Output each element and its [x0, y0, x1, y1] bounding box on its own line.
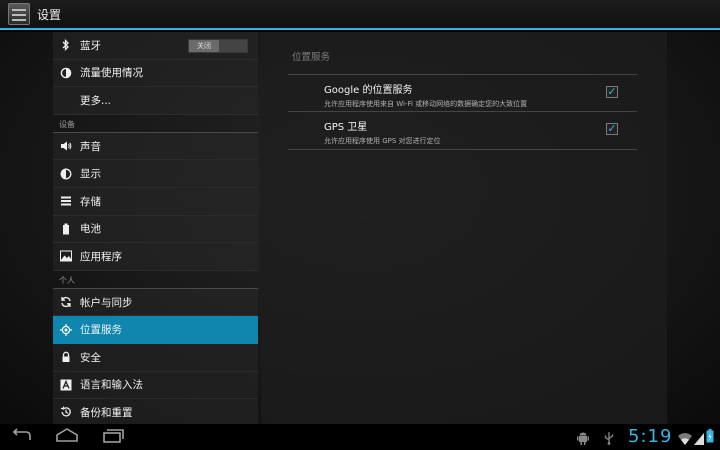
sidebar-item-language[interactable]: 语言和输入法: [53, 371, 258, 400]
pref-title: Google 的位置服务: [324, 85, 413, 96]
toggle-off-label: 关闭: [189, 40, 219, 52]
pref-google-location[interactable]: Google 的位置服务 允许应用程序使用来自 Wi-Fi 或移动网络的数据确定…: [324, 81, 644, 109]
wifi-icon: [678, 430, 692, 449]
sidebar-item-apps[interactable]: 应用程序: [53, 243, 258, 271]
gps-checkbox[interactable]: ✓: [606, 123, 618, 135]
content-area: 蓝牙 关闭 流量使用情况 更多... 设备 声音 显示 存储 电池 应用程序 个…: [0, 32, 720, 424]
google-location-checkbox[interactable]: ✓: [606, 86, 618, 98]
sidebar-item-label: 备份和重置: [80, 406, 133, 419]
pref-summary: 允许应用程序使用 GPS 对您进行定位: [324, 137, 441, 145]
panel-title: 位置服务: [292, 52, 331, 63]
sidebar-item-more[interactable]: 更多...: [53, 87, 258, 115]
sidebar-item-label: 位置服务: [80, 324, 122, 337]
backup-icon: [60, 406, 72, 418]
storage-icon: [60, 195, 72, 207]
divider: [288, 111, 637, 112]
sidebar-item-display[interactable]: 显示: [53, 160, 258, 188]
sidebar-item-label: 更多...: [80, 94, 112, 107]
language-icon: [60, 379, 72, 391]
sidebar-item-accounts-sync[interactable]: 帐户与同步: [53, 288, 258, 317]
apps-icon: [60, 250, 72, 262]
sidebar-item-label: 流量使用情况: [80, 67, 143, 80]
sidebar-item-backup-reset[interactable]: 备份和重置: [53, 399, 258, 424]
sync-icon: [60, 296, 72, 308]
sidebar-item-label: 显示: [80, 168, 101, 181]
location-icon: [60, 323, 72, 336]
sidebar-item-security[interactable]: 安全: [53, 343, 258, 372]
speaker-icon: [60, 140, 72, 152]
location-services-panel: 位置服务 Google 的位置服务 允许应用程序使用来自 Wi-Fi 或移动网络…: [261, 32, 667, 424]
signal-icon: [694, 430, 704, 449]
sidebar-item-data-usage[interactable]: 流量使用情况: [53, 59, 258, 88]
home-button[interactable]: [55, 428, 79, 448]
android-debug-icon: [577, 430, 589, 449]
back-button[interactable]: [10, 428, 34, 448]
data-usage-icon: [60, 67, 72, 79]
sidebar-item-label: 蓝牙: [80, 39, 101, 52]
section-header-personal: 个人: [53, 271, 258, 289]
sidebar-item-label: 帐户与同步: [80, 296, 133, 309]
page-title: 设置: [37, 7, 62, 22]
status-clock[interactable]: 5:19: [628, 426, 672, 447]
sidebar-item-sound[interactable]: 声音: [53, 132, 258, 161]
lock-icon: [60, 351, 72, 363]
pref-title: GPS 卫星: [324, 122, 368, 133]
pref-gps[interactable]: GPS 卫星 允许应用程序使用 GPS 对您进行定位: [324, 118, 644, 146]
divider: [288, 149, 637, 150]
bluetooth-toggle[interactable]: 关闭: [188, 39, 248, 53]
sidebar-item-label: 安全: [80, 351, 101, 364]
battery-icon: [60, 223, 72, 235]
brightness-icon: [60, 168, 72, 180]
sidebar-item-label: 应用程序: [80, 250, 122, 263]
sidebar-item-label: 存储: [80, 195, 101, 208]
system-nav-bar: 5:19: [0, 424, 720, 450]
recent-apps-button[interactable]: [102, 428, 126, 448]
settings-app-icon[interactable]: [8, 3, 30, 25]
action-bar: 设置: [0, 0, 720, 30]
battery-status-icon: [706, 428, 714, 447]
sidebar-item-label: 电池: [80, 223, 101, 236]
sidebar-item-label: 声音: [80, 140, 101, 153]
sidebar-item-location[interactable]: 位置服务: [53, 316, 258, 344]
sidebar-item-label: 语言和输入法: [80, 379, 143, 392]
sidebar-item-bluetooth[interactable]: 蓝牙 关闭: [53, 32, 258, 60]
pref-summary: 允许应用程序使用来自 Wi-Fi 或移动网络的数据确定您的大致位置: [324, 100, 528, 108]
divider: [288, 74, 637, 75]
bluetooth-icon: [60, 39, 72, 52]
section-header-device: 设备: [53, 115, 258, 133]
usb-icon: [604, 430, 614, 449]
sidebar-item-battery[interactable]: 电池: [53, 215, 258, 244]
sidebar-item-storage[interactable]: 存储: [53, 187, 258, 216]
settings-sidebar: 蓝牙 关闭 流量使用情况 更多... 设备 声音 显示 存储 电池 应用程序 个…: [53, 32, 258, 424]
